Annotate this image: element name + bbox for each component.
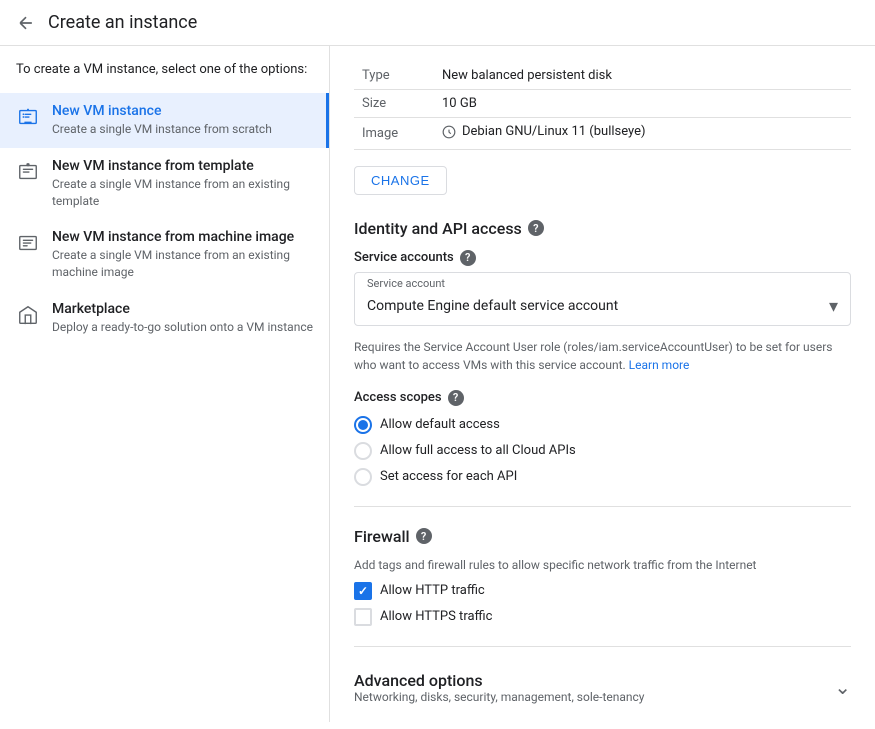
disk-image-label: Image xyxy=(354,118,434,150)
checkbox-http-label: Allow HTTP traffic xyxy=(380,583,485,598)
main-layout: To create a VM instance, select one of t… xyxy=(0,46,875,722)
sidebar-item-new-vm[interactable]: New VM instance Create a single VM insta… xyxy=(0,93,329,148)
identity-section-header: Identity and API access ? xyxy=(354,219,851,238)
advanced-options-section[interactable]: Advanced options Networking, disks, secu… xyxy=(354,667,851,708)
disk-size-row: Size 10 GB xyxy=(354,90,851,118)
sidebar-item-vm-machine-image-content: New VM instance from machine image Creat… xyxy=(52,229,313,281)
disk-info-table: Type New balanced persistent disk Size 1… xyxy=(354,62,851,150)
service-account-select[interactable]: Compute Engine default service account ▾ xyxy=(355,290,850,325)
firewall-section-title: Firewall xyxy=(354,527,410,546)
identity-section-title: Identity and API access xyxy=(354,219,522,238)
change-button[interactable]: CHANGE xyxy=(354,166,447,195)
checkbox-https-label: Allow HTTPS traffic xyxy=(380,609,492,624)
service-account-value: Compute Engine default service account xyxy=(367,298,618,314)
sidebar-item-marketplace-desc: Deploy a ready-to-go solution onto a VM … xyxy=(52,319,313,336)
radio-default-access-circle xyxy=(354,416,372,434)
sidebar: To create a VM instance, select one of t… xyxy=(0,46,330,722)
sidebar-item-vm-template-desc: Create a single VM instance from an exis… xyxy=(52,176,313,210)
checkbox-https-box xyxy=(354,608,372,626)
learn-more-link[interactable]: Learn more xyxy=(629,358,690,372)
sidebar-item-vm-template[interactable]: New VM instance from template Create a s… xyxy=(0,148,329,220)
service-accounts-help-icon[interactable]: ? xyxy=(460,250,476,266)
vm-machine-image-icon xyxy=(16,231,40,255)
radio-full-access-label: Allow full access to all Cloud APIs xyxy=(380,443,576,458)
radio-default-access-label: Allow default access xyxy=(380,417,500,432)
marketplace-icon xyxy=(16,303,40,327)
section-divider-1 xyxy=(354,506,851,507)
disk-type-label: Type xyxy=(354,62,434,90)
sidebar-item-marketplace-content: Marketplace Deploy a ready-to-go solutio… xyxy=(52,301,313,336)
advanced-options-title: Advanced options xyxy=(354,671,644,690)
disk-image-row: Image Debian GNU/Linux 11 (bullseye) xyxy=(354,118,851,150)
disk-image-text: Debian GNU/Linux 11 (bullseye) xyxy=(462,124,646,139)
sidebar-item-marketplace[interactable]: Marketplace Deploy a ready-to-go solutio… xyxy=(0,291,329,346)
firewall-section-header: Firewall ? xyxy=(354,527,851,546)
checkbox-https[interactable]: Allow HTTPS traffic xyxy=(354,608,851,626)
sidebar-item-vm-template-content: New VM instance from template Create a s… xyxy=(52,158,313,210)
access-scopes-help-icon[interactable]: ? xyxy=(448,390,464,406)
radio-each-api-circle xyxy=(354,468,372,486)
service-account-box[interactable]: Service account Compute Engine default s… xyxy=(354,272,851,326)
sidebar-item-new-vm-title: New VM instance xyxy=(52,103,272,119)
firewall-help-icon[interactable]: ? xyxy=(416,528,432,544)
service-account-note: Requires the Service Account User role (… xyxy=(354,338,851,374)
disk-type-value: New balanced persistent disk xyxy=(434,62,851,90)
checkbox-http-box xyxy=(354,582,372,600)
disk-image-value: Debian GNU/Linux 11 (bullseye) xyxy=(434,118,851,150)
disk-size-value: 10 GB xyxy=(434,90,851,118)
disk-size-label: Size xyxy=(354,90,434,118)
section-divider-2 xyxy=(354,646,851,647)
page-title: Create an instance xyxy=(48,12,197,33)
sidebar-item-vm-machine-image[interactable]: New VM instance from machine image Creat… xyxy=(0,219,329,291)
advanced-options-chevron-icon: ⌄ xyxy=(834,675,851,699)
main-content: Type New balanced persistent disk Size 1… xyxy=(330,46,875,722)
radio-full-access-circle xyxy=(354,442,372,460)
sidebar-item-vm-template-title: New VM instance from template xyxy=(52,158,313,174)
radio-each-api[interactable]: Set access for each API xyxy=(354,468,851,486)
sidebar-item-new-vm-desc: Create a single VM instance from scratch xyxy=(52,121,272,138)
firewall-note: Add tags and firewall rules to allow spe… xyxy=(354,558,851,572)
sidebar-item-new-vm-content: New VM instance Create a single VM insta… xyxy=(52,103,272,138)
service-account-inner-label: Service account xyxy=(355,273,850,290)
service-accounts-label: Service accounts ? xyxy=(354,250,851,266)
sidebar-item-marketplace-title: Marketplace xyxy=(52,301,313,317)
disk-type-row: Type New balanced persistent disk xyxy=(354,62,851,90)
sidebar-item-vm-machine-image-title: New VM instance from machine image xyxy=(52,229,313,245)
advanced-options-left: Advanced options Networking, disks, secu… xyxy=(354,671,644,704)
access-scopes-label: Access scopes ? xyxy=(354,390,851,406)
vm-icon xyxy=(16,105,40,129)
sidebar-item-vm-machine-image-desc: Create a single VM instance from an exis… xyxy=(52,247,313,281)
sidebar-intro: To create a VM instance, select one of t… xyxy=(0,62,329,93)
identity-help-icon[interactable]: ? xyxy=(528,220,544,236)
dropdown-icon: ▾ xyxy=(829,296,838,317)
radio-each-api-label: Set access for each API xyxy=(380,469,517,484)
radio-default-access[interactable]: Allow default access xyxy=(354,416,851,434)
back-icon[interactable] xyxy=(16,13,36,33)
checkbox-http[interactable]: Allow HTTP traffic xyxy=(354,582,851,600)
header: Create an instance xyxy=(0,0,875,46)
advanced-options-desc: Networking, disks, security, management,… xyxy=(354,690,644,704)
radio-full-access[interactable]: Allow full access to all Cloud APIs xyxy=(354,442,851,460)
vm-template-icon xyxy=(16,160,40,184)
